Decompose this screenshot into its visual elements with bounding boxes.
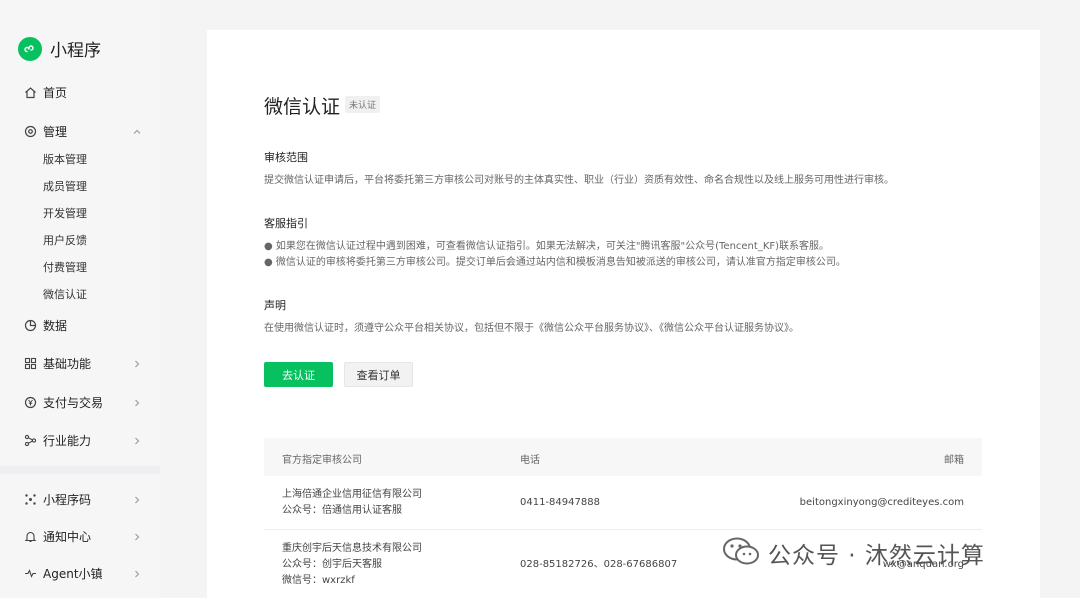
chevron-right-icon bbox=[132, 397, 142, 411]
app-logo[interactable]: 小程序 bbox=[18, 36, 101, 61]
chevron-up-icon bbox=[132, 126, 142, 140]
statement-title: 声明 bbox=[264, 299, 286, 312]
service-line-1: ● 如果您在微信认证过程中遇到困难，可查看微信认证指引。如果无法解决，可关注"腾… bbox=[264, 241, 830, 252]
sidebar-item-manage[interactable]: 管理 bbox=[0, 118, 160, 144]
company-phone: 0411-84947888 bbox=[520, 497, 600, 508]
sidebar-item-industry[interactable]: 行业能力 bbox=[0, 427, 160, 453]
sidebar-subitem-version[interactable]: 版本管理 bbox=[43, 151, 87, 169]
sidebar-subitem-members[interactable]: 成员管理 bbox=[43, 178, 87, 196]
sidebar-item-label: 支付与交易 bbox=[43, 395, 104, 410]
sidebar-subitem-feedback[interactable]: 用户反馈 bbox=[43, 232, 87, 250]
watermark-text: 公众号 · 沐然云计算 bbox=[768, 543, 985, 569]
yuan-icon bbox=[23, 395, 37, 409]
col-header-phone: 电话 bbox=[520, 455, 540, 466]
auditor-table: 官方指定审核公司 电话 邮箱 上海倍通企业信用征信有限公司 公众号：倍通信用认证… bbox=[264, 438, 982, 598]
pie-chart-icon bbox=[23, 318, 37, 332]
wechat-logo-icon bbox=[722, 536, 760, 570]
sidebar-subitem-payment[interactable]: 付费管理 bbox=[43, 259, 87, 277]
chevron-right-icon bbox=[132, 435, 142, 449]
sidebar-item-label: 首页 bbox=[43, 85, 68, 100]
sidebar-item-label: Agent小镇 bbox=[43, 566, 103, 581]
chevron-right-icon bbox=[132, 531, 142, 545]
page-title: 微信认证 bbox=[264, 96, 341, 118]
sidebar-item-label: 通知中心 bbox=[43, 529, 92, 544]
watermark: 公众号 · 沐然云计算 bbox=[722, 536, 985, 570]
sidebar-item-data[interactable]: 数据 bbox=[0, 312, 160, 338]
sidebar-item-qrcode[interactable]: 小程序码 bbox=[0, 486, 160, 512]
scope-body: 提交微信认证申请后，平台将委托第三方审核公司对账号的主体真实性、职业（行业）资质… bbox=[264, 175, 894, 186]
gear-icon bbox=[23, 124, 37, 138]
status-badge: 未认证 bbox=[345, 96, 381, 113]
sidebar-item-notify[interactable]: 通知中心 bbox=[0, 523, 160, 549]
mini-program-logo-icon bbox=[18, 36, 42, 61]
sidebar-item-agent[interactable]: Agent小镇 bbox=[0, 560, 160, 586]
company-email: beitongxinyong@crediteyes.com bbox=[799, 497, 964, 508]
sidebar-item-label: 基础功能 bbox=[43, 356, 92, 371]
sidebar-item-basic[interactable]: 基础功能 bbox=[0, 350, 160, 376]
chevron-right-icon bbox=[132, 494, 142, 508]
statement-body: 在使用微信认证时，须遵守公众平台相关协议，包括但不限于《微信公众平台服务协议》、… bbox=[264, 323, 799, 334]
chevron-right-icon bbox=[132, 358, 142, 372]
sidebar-item-label: 小程序码 bbox=[43, 492, 92, 507]
certify-button[interactable]: 去认证 bbox=[264, 362, 333, 387]
company-name: 重庆创宇后天信息技术有限公司 bbox=[282, 543, 422, 554]
sidebar-item-pay[interactable]: 支付与交易 bbox=[0, 389, 160, 415]
company-phone: 028-85182726、028-67686807 bbox=[520, 559, 678, 570]
sidebar-item-label: 管理 bbox=[43, 124, 68, 139]
col-header-email: 邮箱 bbox=[944, 455, 964, 466]
table-header: 官方指定审核公司 电话 邮箱 bbox=[264, 438, 982, 476]
qrcode-icon bbox=[23, 492, 37, 506]
company-wechat: 微信号：wxrzkf bbox=[282, 575, 355, 586]
home-icon bbox=[23, 85, 37, 99]
company-account: 公众号：倍通信用认证客服 bbox=[282, 505, 402, 516]
sidebar-subitem-dev[interactable]: 开发管理 bbox=[43, 205, 87, 223]
sidebar-divider bbox=[0, 466, 160, 474]
agent-icon bbox=[23, 566, 37, 580]
col-header-company: 官方指定审核公司 bbox=[282, 455, 362, 466]
company-account: 公众号：创宇后天客服 bbox=[282, 559, 382, 570]
nodes-icon bbox=[23, 433, 37, 447]
scope-title: 审核范围 bbox=[264, 151, 308, 164]
sidebar-item-label: 数据 bbox=[43, 318, 68, 333]
company-name: 上海倍通企业信用征信有限公司 bbox=[282, 489, 422, 500]
app-name: 小程序 bbox=[50, 41, 101, 61]
bell-icon bbox=[23, 529, 37, 543]
main-panel: 微信认证 未认证 审核范围 提交微信认证申请后，平台将委托第三方审核公司对账号的… bbox=[207, 30, 1040, 598]
chevron-right-icon bbox=[132, 568, 142, 582]
sidebar-item-home[interactable]: 首页 bbox=[0, 79, 160, 105]
service-title: 客服指引 bbox=[264, 217, 308, 230]
table-row: 上海倍通企业信用征信有限公司 公众号：倍通信用认证客服 0411-8494788… bbox=[264, 476, 982, 530]
sidebar: 小程序 首页 管理 版本管理 成员管理 开发管理 用户反馈 付费管理 微信认证 … bbox=[0, 0, 160, 598]
sidebar-item-label: 行业能力 bbox=[43, 433, 92, 448]
service-line-2: ● 微信认证的审核将委托第三方审核公司。提交订单后会通过站内信和模板消息告知被派… bbox=[264, 257, 846, 268]
grid-icon bbox=[23, 356, 37, 370]
sidebar-subitem-wechat-cert[interactable]: 微信认证 bbox=[43, 286, 87, 304]
view-orders-button[interactable]: 查看订单 bbox=[344, 362, 413, 387]
